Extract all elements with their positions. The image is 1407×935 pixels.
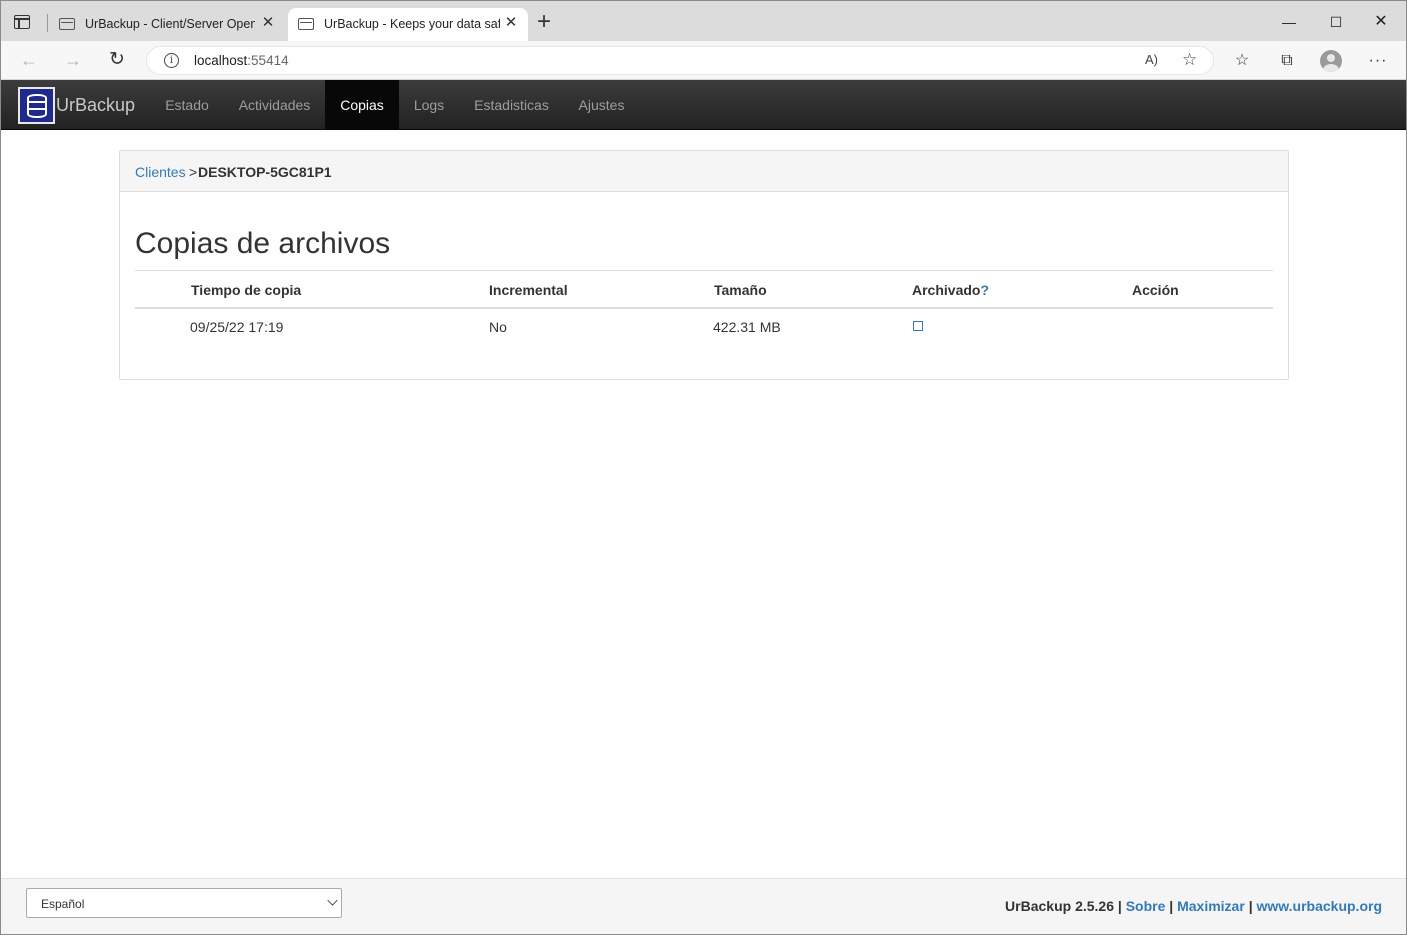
tab-separator xyxy=(47,14,48,32)
urbackup-logo-icon[interactable] xyxy=(18,87,55,124)
archived-label: Archivado xyxy=(912,282,981,298)
about-link[interactable]: Sobre xyxy=(1126,898,1166,914)
breadcrumb-separator: > xyxy=(189,164,198,180)
tab-title: UrBackup - Keeps your data safe xyxy=(324,17,500,31)
browser-tab-bar: UrBackup - Client/Server Open Source ✕ U… xyxy=(0,0,1407,41)
incremental-cell[interactable]: No xyxy=(489,319,507,335)
url-port: :55414 xyxy=(247,53,289,68)
add-favorite-icon[interactable]: ☆ xyxy=(1182,50,1197,70)
language-select[interactable]: Español xyxy=(26,888,342,918)
site-info-icon[interactable]: i xyxy=(164,53,179,68)
table-divider xyxy=(135,307,1273,309)
footer-info: UrBackup 2.5.26 | Sobre | Maximizar | ww… xyxy=(1005,898,1382,914)
breadcrumb: Clientes > DESKTOP-5GC81P1 xyxy=(120,151,1288,192)
column-header-action: Acción xyxy=(1132,282,1179,298)
page-icon xyxy=(298,18,314,30)
chevron-down-icon xyxy=(327,895,338,906)
breadcrumb-current-client: DESKTOP-5GC81P1 xyxy=(198,164,332,180)
column-header-time: Tiempo de copia xyxy=(191,282,302,298)
footer-separator: | xyxy=(1169,898,1174,914)
page-icon xyxy=(59,18,75,30)
page-footer: Español UrBackup 2.5.26 | Sobre | Maximi… xyxy=(1,878,1406,934)
address-bar[interactable]: i localhost:55414 A) ☆ xyxy=(146,46,1214,75)
maximize-window-icon[interactable]: ☐ xyxy=(1313,8,1359,36)
forward-arrow-icon[interactable]: → xyxy=(61,49,85,73)
read-aloud-icon[interactable]: A) xyxy=(1145,52,1158,67)
nav-item-ajustes[interactable]: Ajustes xyxy=(564,80,639,130)
more-options-icon[interactable]: ··· xyxy=(1367,50,1389,72)
breadcrumb-clients-link[interactable]: Clientes xyxy=(135,164,186,180)
nav-item-estadisticas[interactable]: Estadisticas xyxy=(459,80,564,130)
column-header-archived: Archivado? xyxy=(912,282,989,298)
nav-item-estado[interactable]: Estado xyxy=(150,80,224,130)
url-text[interactable]: localhost:55414 xyxy=(194,53,289,68)
page-title: Copias de archivos xyxy=(135,227,391,260)
url-host: localhost xyxy=(194,53,248,68)
table-divider xyxy=(135,270,1273,271)
minimize-window-icon[interactable]: — xyxy=(1266,8,1312,36)
favorites-icon[interactable]: ☆ xyxy=(1231,50,1253,72)
footer-separator: | xyxy=(1248,898,1253,914)
tab-title: UrBackup - Client/Server Open Source xyxy=(85,17,255,31)
website-link[interactable]: www.urbackup.org xyxy=(1257,898,1383,914)
archived-help-link[interactable]: ? xyxy=(980,282,989,298)
size-cell[interactable]: 422.31 MB xyxy=(713,319,781,335)
footer-separator: | xyxy=(1117,898,1122,914)
app-navbar: UrBackup Estado Actividades Copias Logs … xyxy=(0,80,1407,130)
nav-item-copias[interactable]: Copias xyxy=(325,80,399,130)
browser-toolbar: ← → ↻ i localhost:55414 A) ☆ ☆ ⧉ ··· xyxy=(0,41,1407,80)
nav-item-actividades[interactable]: Actividades xyxy=(224,80,325,130)
language-selected-value: Español xyxy=(41,897,85,911)
browser-tab-active[interactable]: UrBackup - Keeps your data safe ✕ xyxy=(288,8,528,41)
window-frame xyxy=(0,0,1407,935)
archive-checkbox[interactable] xyxy=(913,321,923,331)
brand-name[interactable]: UrBackup xyxy=(56,95,135,116)
back-arrow-icon[interactable]: ← xyxy=(17,49,41,73)
profile-avatar-icon[interactable] xyxy=(1320,50,1342,72)
collections-icon[interactable]: ⧉ xyxy=(1276,50,1298,72)
browser-tab-inactive[interactable]: UrBackup - Client/Server Open Source ✕ xyxy=(49,8,285,41)
reload-icon[interactable]: ↻ xyxy=(105,49,129,73)
nav-item-logs[interactable]: Logs xyxy=(399,80,459,130)
backups-panel: Clientes > DESKTOP-5GC81P1 Copias de arc… xyxy=(119,150,1289,380)
column-header-size: Tamaño xyxy=(714,282,767,298)
column-header-incremental: Incremental xyxy=(489,282,568,298)
version-text: UrBackup 2.5.26 xyxy=(1005,898,1114,914)
tab-actions-icon[interactable] xyxy=(14,15,30,29)
close-tab-icon[interactable]: ✕ xyxy=(502,14,520,32)
new-tab-icon[interactable]: + xyxy=(533,10,555,34)
close-tab-icon[interactable]: ✕ xyxy=(259,14,277,32)
maximize-link[interactable]: Maximizar xyxy=(1177,898,1245,914)
backup-time-cell[interactable]: 09/25/22 17:19 xyxy=(190,319,283,335)
close-window-icon[interactable]: ✕ xyxy=(1358,8,1404,36)
